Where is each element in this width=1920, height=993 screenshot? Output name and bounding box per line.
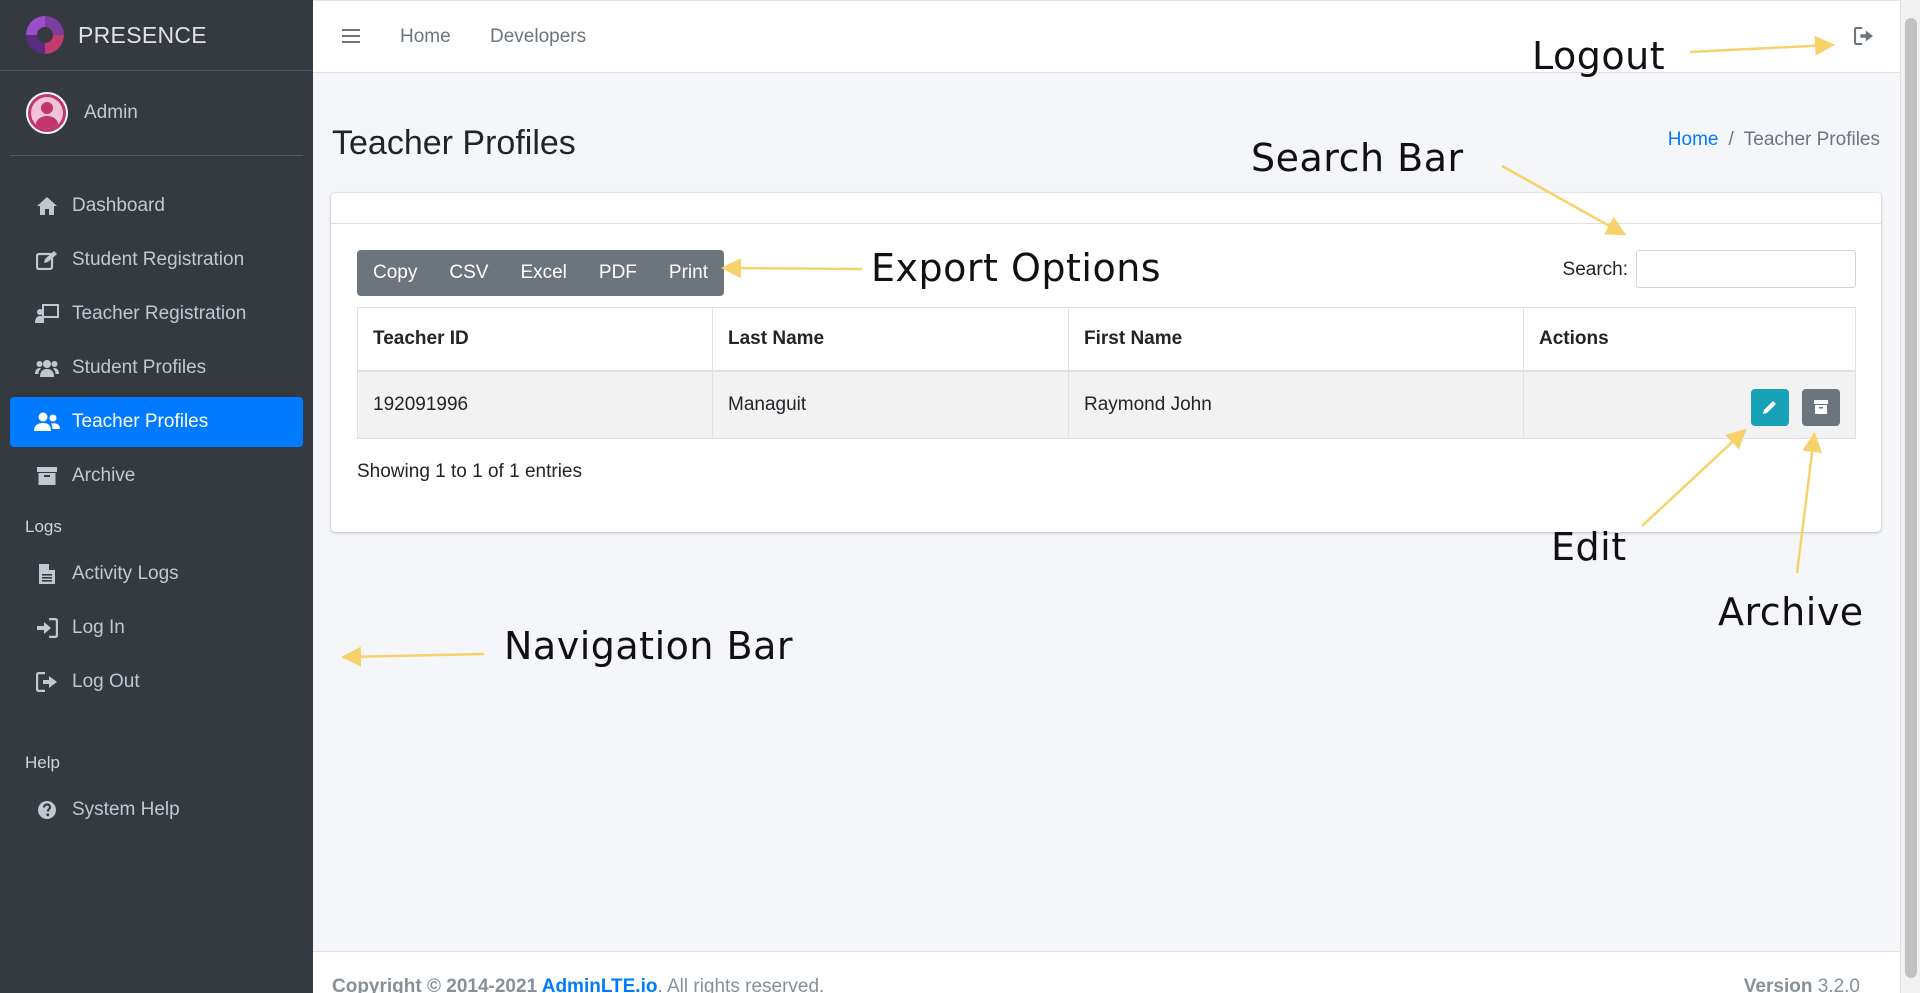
sidebar-item-label: Activity Logs <box>72 563 179 584</box>
rights-text: . All rights reserved. <box>657 976 825 993</box>
scrollbar[interactable] <box>1900 0 1920 993</box>
annotation-navigation-bar: Navigation Bar <box>504 624 794 668</box>
sidebar-item-activity-logs[interactable]: Activity Logs <box>10 549 303 599</box>
annotation-search-bar: Search Bar <box>1251 136 1464 180</box>
page-title: Teacher Profiles <box>332 124 576 162</box>
user-name: Admin <box>84 102 138 123</box>
annotation-export-options: Export Options <box>871 246 1162 290</box>
sidebar-item-label: Teacher Profiles <box>72 411 209 432</box>
column-header-teacher-id[interactable]: Teacher ID <box>357 307 713 372</box>
footer-copyright: Copyright © 2014-2021 AdminLTE.io. All r… <box>332 976 824 993</box>
breadcrumb-separator: / <box>1728 129 1734 150</box>
column-header-first-name[interactable]: First Name <box>1068 307 1524 372</box>
brand-name: PRESENCE <box>78 21 207 48</box>
annotation-edit: Edit <box>1551 525 1627 569</box>
print-button[interactable]: Print <box>653 250 724 296</box>
annotation-archive: Archive <box>1718 590 1864 634</box>
archive-icon <box>34 464 60 488</box>
column-header-actions: Actions <box>1523 307 1856 372</box>
sidebar-item-teacher-profiles[interactable]: Teacher Profiles <box>10 397 303 447</box>
sidebar-item-student-profiles[interactable]: Student Profiles <box>10 343 303 393</box>
footer-version: Version 3.2.0 <box>1744 976 1860 993</box>
nav-link-developers[interactable]: Developers <box>490 26 586 48</box>
sidebar-item-log-out[interactable]: Log Out <box>10 657 303 707</box>
teacher-profiles-card: Copy CSV Excel PDF Print Search: Teacher… <box>331 193 1881 532</box>
card-header <box>331 193 1881 224</box>
brand-link[interactable]: PRESENCE <box>0 0 313 71</box>
logout-icon[interactable] <box>1853 26 1874 50</box>
users-icon <box>34 356 60 380</box>
pdf-button[interactable]: PDF <box>583 250 653 296</box>
sidebar-item-label: Archive <box>72 465 136 486</box>
sidebar-item-dashboard[interactable]: Dashboard <box>10 181 303 231</box>
sidebar-item-label: Student Profiles <box>72 357 207 378</box>
sidebar-item-label: Log In <box>72 617 125 638</box>
edit-icon <box>34 248 60 272</box>
user-friends-icon <box>34 410 60 434</box>
cell-last-name: Managuit <box>712 370 1069 439</box>
excel-button[interactable]: Excel <box>504 250 582 296</box>
sidebar: PRESENCE Admin Dashboard Student Registr… <box>0 0 313 993</box>
search-label: Search: <box>1562 259 1628 280</box>
sidebar-item-label: System Help <box>72 799 180 820</box>
user-panel[interactable]: Admin <box>10 71 303 156</box>
sidebar-item-label: Dashboard <box>72 195 165 216</box>
entries-info: Showing 1 to 1 of 1 entries <box>357 461 582 482</box>
avatar <box>26 92 68 134</box>
hamburger-menu-icon[interactable] <box>342 29 360 43</box>
sidebar-item-archive[interactable]: Archive <box>10 451 303 501</box>
teacher-table: Teacher ID Last Name First Name Actions … <box>357 307 1856 439</box>
cell-teacher-id: 192091996 <box>357 370 713 439</box>
question-circle-icon <box>34 798 60 822</box>
arrow-navigation-bar <box>341 646 485 667</box>
export-button-group: Copy CSV Excel PDF Print <box>357 250 724 296</box>
sidebar-nav: Dashboard Student Registration Teacher R… <box>0 181 313 835</box>
sidebar-item-log-in[interactable]: Log In <box>10 603 303 653</box>
edit-button[interactable] <box>1751 388 1789 426</box>
brand-logo-icon <box>26 16 64 54</box>
copy-button[interactable]: Copy <box>357 250 433 296</box>
nav-link-home[interactable]: Home <box>400 26 451 48</box>
home-icon <box>34 194 60 218</box>
sidebar-item-student-registration[interactable]: Student Registration <box>10 235 303 285</box>
breadcrumb-current: Teacher Profiles <box>1743 129 1880 150</box>
file-icon <box>34 562 60 586</box>
sidebar-item-system-help[interactable]: System Help <box>10 785 303 835</box>
pencil-icon <box>1763 401 1776 414</box>
breadcrumb: Home / Teacher Profiles <box>1668 129 1880 151</box>
archive-icon <box>1814 400 1828 414</box>
archive-button[interactable] <box>1802 388 1840 426</box>
chalkboard-teacher-icon <box>34 302 60 326</box>
sidebar-item-label: Teacher Registration <box>72 303 247 324</box>
table-header-row: Teacher ID Last Name First Name Actions <box>357 307 1856 372</box>
sidebar-item-teacher-registration[interactable]: Teacher Registration <box>10 289 303 339</box>
search-input[interactable] <box>1636 250 1856 288</box>
footer: Copyright © 2014-2021 AdminLTE.io. All r… <box>313 951 1900 993</box>
nav-header-help: Help <box>25 753 60 772</box>
csv-button[interactable]: CSV <box>433 250 504 296</box>
column-header-last-name[interactable]: Last Name <box>712 307 1069 372</box>
copyright-text: Copyright © 2014-2021 <box>332 976 542 993</box>
sign-in-icon <box>34 616 60 640</box>
cell-actions <box>1523 370 1856 439</box>
adminlte-link[interactable]: AdminLTE.io <box>542 976 658 993</box>
sign-out-icon <box>34 670 60 694</box>
cell-first-name: Raymond John <box>1068 370 1524 439</box>
version-number: 3.2.0 <box>1817 976 1860 993</box>
table-row: 192091996 Managuit Raymond John <box>357 370 1856 439</box>
annotation-logout: Logout <box>1532 34 1666 78</box>
scrollbar-thumb[interactable] <box>1905 18 1917 978</box>
breadcrumb-home-link[interactable]: Home <box>1668 129 1719 150</box>
sidebar-item-label: Log Out <box>72 671 140 692</box>
version-label: Version <box>1743 976 1813 993</box>
sidebar-item-label: Student Registration <box>72 249 245 270</box>
nav-header-logs: Logs <box>25 517 62 536</box>
